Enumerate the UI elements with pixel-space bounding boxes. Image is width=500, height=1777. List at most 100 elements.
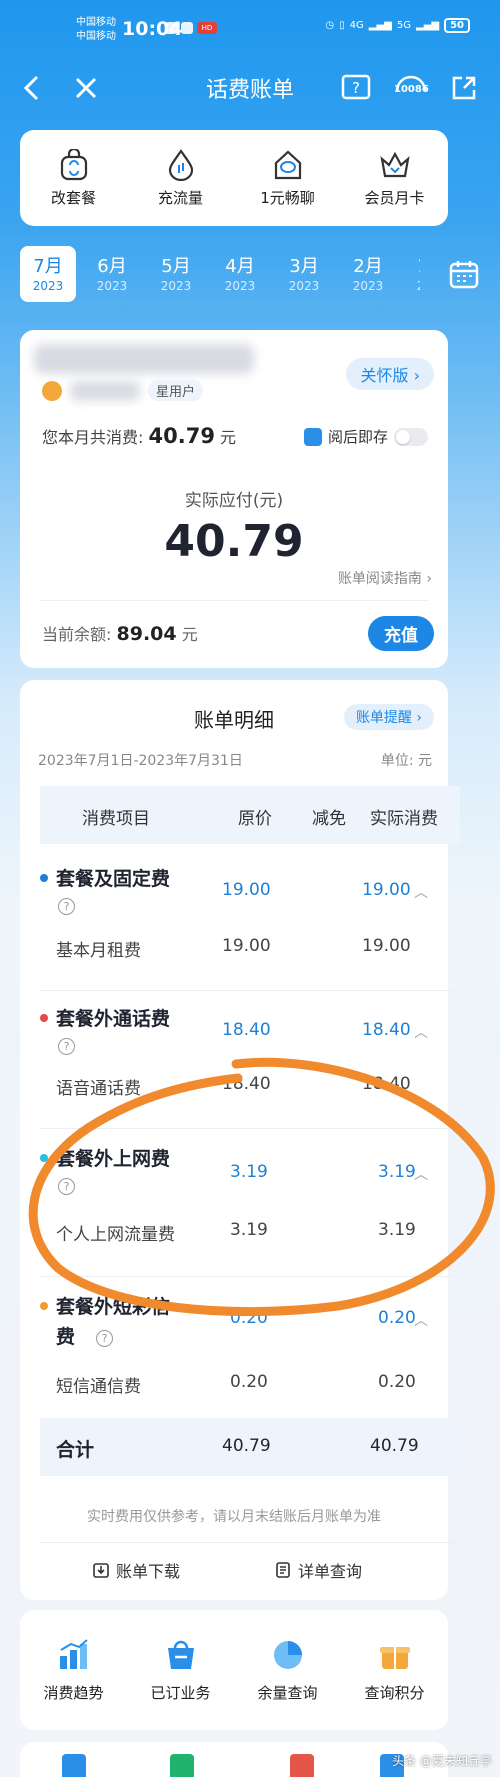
sub-name: 基本月租费 [56, 941, 141, 961]
pie-icon [271, 1638, 305, 1672]
sub-actual: 19.00 [362, 936, 411, 956]
calendar-button[interactable] [448, 258, 480, 294]
help-button[interactable]: ? [338, 70, 374, 106]
year-label: 2023 [160, 279, 192, 293]
chat-1yuan-button[interactable]: 1元畅聊 [238, 149, 338, 208]
group-orig: 19.00 [222, 880, 271, 900]
bag-icon [60, 148, 87, 180]
carrier-1: 中国移动 [76, 17, 116, 28]
wallet-service-icon[interactable] [290, 1754, 314, 1777]
download-icon [93, 1563, 109, 1578]
spending-trend-button[interactable]: 消费趋势 [24, 1638, 124, 1703]
trend-icon [57, 1638, 91, 1672]
bill-reminder-label: 账单提醒 [355, 710, 412, 726]
month-label: 6月 [97, 256, 127, 277]
monthly-spend: 您本月共消费: 40.79 元 [42, 424, 236, 448]
month-tab-4[interactable]: 4月 2023 [212, 246, 268, 302]
month-tab-6[interactable]: 6月 2023 [84, 246, 140, 302]
total-label: 合计 [56, 1439, 95, 1461]
sub-actual: 0.20 [378, 1372, 416, 1392]
group-actual: 19.00 [362, 880, 411, 900]
total-row: 合计 40.79 40.79 [40, 1418, 460, 1476]
bill-group-package[interactable]: 套餐及固定费 ? 19.00 19.00 ︿ 基本月租费 19.00 19.00 [40, 858, 460, 978]
share-button[interactable] [446, 70, 482, 106]
network-4g: 4G [349, 20, 364, 31]
points-query-button[interactable]: 查询积分 [345, 1638, 445, 1703]
sub-name: 短信通信费 [56, 1377, 141, 1397]
member-card-button[interactable]: 会员月卡 [345, 149, 445, 208]
status-bar: 中国移动 中国移动 10:04 HD ◷ ▯ 4G ▂▄▆ 5G ▂▄▆ 50 [0, 0, 500, 64]
bill-reminder-button[interactable]: 账单提醒 › [343, 704, 434, 730]
year-label: 2023 [288, 279, 320, 293]
change-plan-button[interactable]: 改套餐 [24, 148, 124, 208]
year-label: 2023 [224, 279, 256, 293]
bill-download-button[interactable]: 账单下载 [92, 1558, 180, 1582]
month-tab-5[interactable]: 5月 2023 [148, 246, 204, 302]
group-name: 套餐及固定费 [56, 868, 171, 890]
due-label: 实际应付(元) [184, 491, 284, 511]
bill-note: 实时费用仅供参考，请以月末结账后月账单为准 [87, 1509, 381, 1525]
month-label: 1月 [404, 252, 420, 278]
carrier-2: 中国移动 [76, 31, 116, 42]
save-after-read-toggle[interactable] [394, 427, 428, 446]
detail-query-button[interactable]: 详单查询 [274, 1558, 362, 1582]
month-label: 3月 [289, 256, 319, 277]
group-dot [40, 874, 48, 882]
watermark: 头条 @夏末知丘亭 [392, 1754, 492, 1768]
battery-icon: 50 [444, 18, 470, 33]
crown-icon [379, 151, 410, 177]
monthly-spend-value: 40.79 [148, 424, 215, 448]
service-label: 消费趋势 [43, 1683, 104, 1702]
save-icon [303, 427, 322, 446]
monthly-spend-unit: 元 [220, 428, 237, 447]
bill-period: 2023年7月1日-2023年7月31日 [38, 753, 243, 769]
recharge-data-button[interactable]: 充流量 [131, 148, 231, 208]
divider [40, 1542, 460, 1543]
highlight-annotation [28, 1057, 495, 1317]
month-tab-2[interactable]: 2月 2023 [340, 246, 396, 302]
service-label: 已订业务 [150, 1683, 211, 1702]
balance-unit: 元 [181, 625, 198, 644]
signal-icon: ▂▄▆ [416, 20, 440, 31]
alarm-icon: ◷ [325, 20, 335, 31]
service-number: 10086 [394, 84, 429, 95]
chevron-right-icon: › [416, 710, 422, 726]
balance-label: 当前余额: [42, 625, 112, 644]
detail-query-label: 详单查询 [298, 1562, 363, 1581]
unit-label: 单位: 元 [380, 753, 432, 769]
sub-orig: 19.00 [222, 936, 271, 956]
balance-query-button[interactable]: 余量查询 [238, 1638, 338, 1703]
bill-guide-label: 账单阅读指南 [337, 571, 422, 587]
balance-value: 89.04 [116, 623, 177, 645]
header-item: 消费项目 [82, 809, 150, 829]
help-icon[interactable]: ? [58, 898, 75, 915]
services-grid: 消费趋势 已订业务 余量查询 查询积分 [20, 1610, 448, 1730]
quick-label: 改套餐 [50, 188, 96, 207]
month-tab-3[interactable]: 3月 2023 [276, 246, 332, 302]
service-label: 余量查询 [257, 1683, 318, 1702]
care-mode-button[interactable]: 关怀版 › [346, 358, 434, 390]
divider [40, 990, 460, 991]
year-label: 2023 [32, 279, 64, 293]
chevron-up-icon: ︿ [414, 1025, 428, 1041]
chevron-up-icon: ︿ [414, 885, 428, 901]
month-tab-1[interactable]: 1月2023 [404, 246, 420, 302]
receipt-service-icon[interactable] [170, 1754, 194, 1777]
chevron-right-icon: › [426, 571, 432, 587]
month-label: 2月 [353, 256, 383, 277]
search-service-icon[interactable] [62, 1754, 86, 1777]
quick-label: 会员月卡 [364, 188, 425, 207]
recharge-button[interactable]: 充值 [368, 616, 434, 651]
month-label: 5月 [161, 256, 191, 277]
bill-guide-link[interactable]: 账单阅读指南 › [338, 568, 432, 588]
year-label: 2023 [352, 279, 384, 293]
top-nav: 话费账单 ? 10086 [0, 64, 500, 120]
svg-text:?: ? [352, 79, 360, 97]
quick-actions: 改套餐 充流量 1元畅聊 会员月卡 [20, 130, 448, 226]
masked-user-name [34, 344, 254, 374]
help-icon[interactable]: ? [96, 1330, 113, 1347]
month-tab-7[interactable]: 7月 2023 [20, 246, 76, 302]
subscribed-services-button[interactable]: 已订业务 [131, 1638, 231, 1703]
customer-service-button[interactable]: 10086 [390, 70, 432, 106]
user-badges: 星用户 [42, 380, 204, 401]
